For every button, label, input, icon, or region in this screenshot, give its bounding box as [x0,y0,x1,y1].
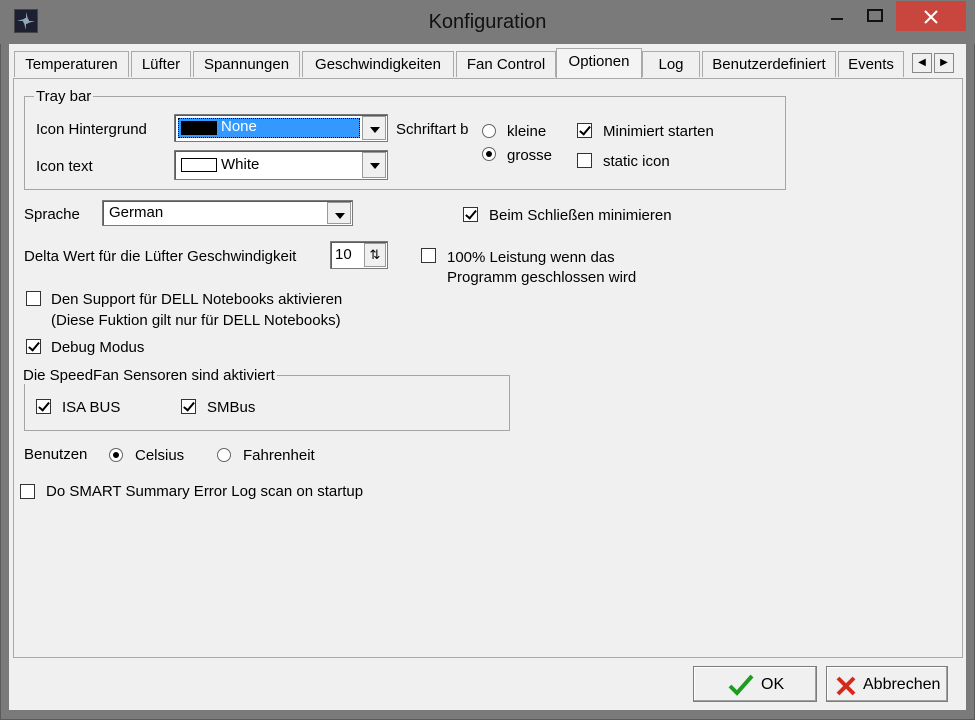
cancel-button-label: Abbrechen [863,676,941,693]
smbus-label: SMBus [207,399,256,416]
sensors-group-label: Die SpeedFan Sensoren sind aktiviert [21,367,277,384]
maximize-button[interactable] [860,1,894,31]
static-icon-label: static icon [603,153,670,170]
tab-label: Events [848,56,894,73]
chevron-down-icon[interactable] [362,116,386,140]
start-minimized-label: Minimiert starten [603,123,714,140]
smart-scan-label: Do SMART Summary Error Log scan on start… [46,483,364,500]
font-size-label: Schriftart b [396,121,469,138]
debug-mode-label: Debug Modus [51,339,145,356]
minimize-button[interactable] [814,1,860,31]
tab-label: Geschwindigkeiten [315,56,441,73]
icon-text-select[interactable]: White [174,150,388,180]
language-select[interactable]: German [102,200,353,226]
dell-support-label-line2: (Diese Fuktion gilt nur für DELL Noteboo… [51,312,341,329]
debug-mode-checkbox[interactable] [26,339,41,354]
tab-optionen[interactable]: Optionen [556,48,642,78]
tray-bar-group [24,96,786,190]
minimize-on-close-checkbox[interactable] [463,207,478,222]
tab-label: Log [658,56,684,73]
tab-strip: Temperaturen Lüfter Spannungen Geschwind… [14,48,964,78]
celsius-label: Celsius [135,447,185,464]
tab-scroll-left-icon[interactable]: ◀ [912,53,932,73]
title-bar[interactable]: Konfiguration [0,0,975,44]
ok-button[interactable]: OK [693,666,817,702]
full-power-label-line1: 100% Leistung wenn das [447,249,615,266]
tab-geschwindigkeiten[interactable]: Geschwindigkeiten [302,51,454,77]
full-power-label-line2: Programm geschlossen wird [447,269,637,286]
icon-background-label: Icon Hintergrund [36,121,147,138]
delta-label: Delta Wert für die Lüfter Geschwindigkei… [24,248,297,265]
cross-icon [835,675,857,701]
delta-stepper[interactable]: 10 ⇅ [330,241,388,269]
icon-background-select[interactable]: None [174,114,388,142]
tab-label: Spannungen [203,56,290,73]
ok-button-label: OK [761,676,785,693]
tab-fan-control[interactable]: Fan Control [456,51,556,77]
fahrenheit-label: Fahrenheit [243,447,315,464]
smart-scan-checkbox[interactable] [20,484,35,499]
close-button[interactable] [896,1,966,31]
fahrenheit-radio[interactable] [217,448,231,462]
font-small-label: kleine [507,123,547,140]
language-label: Sprache [24,206,80,223]
tab-label: Temperaturen [25,56,118,73]
tab-log[interactable]: Log [642,51,700,77]
icon-background-value: None [221,118,257,135]
tab-label: Optionen [568,53,630,70]
spin-arrows-icon[interactable]: ⇅ [364,243,386,267]
dell-support-label-line1: Den Support für DELL Notebooks aktiviere… [51,291,343,308]
tray-bar-group-label: Tray bar [34,88,94,105]
smbus-checkbox[interactable] [181,399,196,414]
delta-value: 10 [335,246,352,263]
tab-luefter[interactable]: Lüfter [131,51,191,77]
minimize-on-close-label: Beim Schließen minimieren [489,207,672,224]
icon-text-label: Icon text [36,158,93,175]
color-swatch [181,158,217,172]
tab-events[interactable]: Events [838,51,904,77]
tab-spannungen[interactable]: Spannungen [193,51,300,77]
static-icon-checkbox[interactable] [577,153,592,168]
color-swatch [181,121,217,135]
cancel-button[interactable]: Abbrechen [826,666,948,702]
dell-support-checkbox[interactable] [26,291,41,306]
full-power-checkbox[interactable] [421,248,436,263]
tab-label: Benutzerdefiniert [712,56,826,73]
font-large-radio[interactable] [482,147,496,161]
font-large-label: grosse [507,147,553,164]
language-value: German [109,204,164,221]
celsius-radio[interactable] [109,448,123,462]
icon-text-value: White [221,156,260,173]
start-minimized-checkbox[interactable] [577,123,592,138]
tab-label: Fan Control [466,56,546,73]
tab-label: Lüfter [141,56,181,73]
isa-bus-checkbox[interactable] [36,399,51,414]
checkmark-icon [728,673,754,701]
units-label: Benutzen [24,446,88,463]
font-small-radio[interactable] [482,124,496,138]
isa-bus-label: ISA BUS [62,399,121,416]
tab-scroll-right-icon[interactable]: ▶ [934,53,954,73]
tab-temperaturen[interactable]: Temperaturen [14,51,129,77]
chevron-down-icon[interactable] [327,202,351,224]
chevron-down-icon[interactable] [362,152,386,178]
tab-benutzerdefiniert[interactable]: Benutzerdefiniert [702,51,836,77]
